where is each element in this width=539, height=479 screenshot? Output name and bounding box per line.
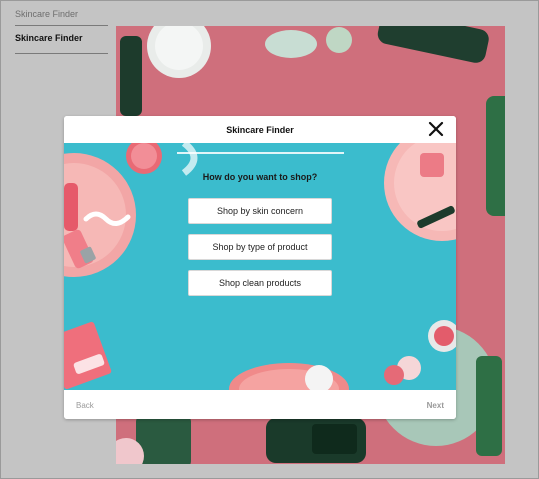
progress-bar [177,152,344,154]
nav-divider [15,53,108,54]
modal-footer: Back Next [64,390,456,419]
close-button[interactable] [428,121,444,137]
modal-title: Skincare Finder [226,125,294,135]
skincare-finder-modal: Skincare Finder How do you want to shop?… [64,116,456,419]
nav-current-page: Skincare Finder [15,33,83,43]
modal-header: Skincare Finder [64,116,456,143]
breadcrumb-link[interactable]: Skincare Finder [15,8,108,25]
option-clean-products-button[interactable]: Shop clean products [188,270,332,296]
option-product-type-button[interactable]: Shop by type of product [188,234,332,260]
back-button[interactable]: Back [76,401,94,410]
side-nav: Skincare Finder Skincare Finder [15,8,108,54]
option-skin-concern-button[interactable]: Shop by skin concern [188,198,332,224]
modal-body: How do you want to shop? Shop by skin co… [64,143,456,390]
close-icon [428,121,444,137]
next-button[interactable]: Next [427,401,444,410]
question-text: How do you want to shop? [202,172,318,182]
